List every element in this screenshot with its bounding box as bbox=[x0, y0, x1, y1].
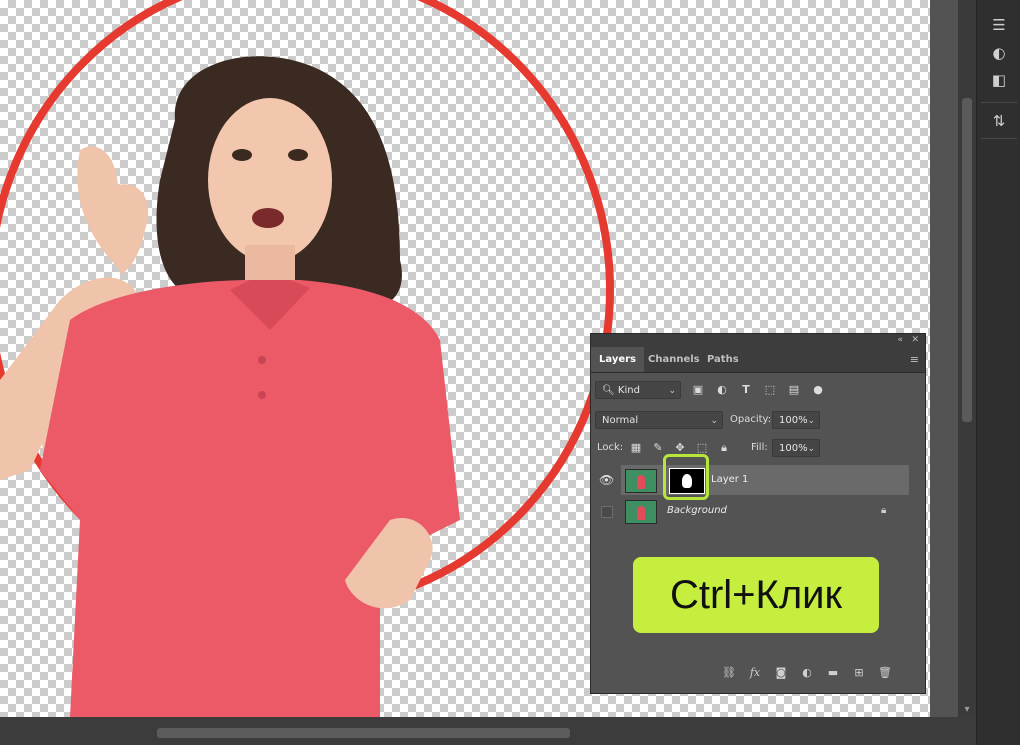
libraries-icon[interactable]: ◧ bbox=[985, 67, 1013, 93]
blend-row: Normal ⌄ Opacity: 100% ⌄ bbox=[591, 411, 925, 435]
opacity-value: 100% bbox=[779, 415, 808, 426]
blend-mode-dropdown[interactable]: Normal ⌄ bbox=[595, 411, 723, 429]
new-adjustment-layer-icon[interactable]: ◐ bbox=[797, 663, 817, 683]
opacity-input[interactable]: 100% ⌄ bbox=[772, 411, 820, 429]
lock-all-icon[interactable]: 🔒︎ bbox=[715, 439, 733, 457]
filter-smart-object-icon[interactable]: ▤ bbox=[785, 381, 803, 399]
layers-footer: ⛓ fx ◙ ◐ ▬ ⊞ 🗑︎ bbox=[591, 663, 925, 683]
fill-label: Fill: bbox=[751, 442, 768, 453]
panel-menu-icon[interactable]: ≡ bbox=[910, 353, 919, 366]
panel-tabs: Layers Channels Paths ≡ bbox=[591, 347, 925, 373]
tool-separator bbox=[981, 102, 1017, 103]
mask-highlight-outline bbox=[663, 454, 709, 500]
ctrl-click-callout: Ctrl+Клик bbox=[633, 557, 879, 633]
layers-list: 👁︎ Layer 1 Background 🔒︎ bbox=[591, 465, 925, 529]
face bbox=[208, 98, 332, 262]
horizontal-scroll-thumb[interactable] bbox=[157, 728, 570, 738]
scroll-down-icon[interactable]: ▾ bbox=[960, 704, 974, 716]
visibility-toggle-box[interactable] bbox=[601, 506, 613, 518]
layer-name: Background bbox=[667, 505, 727, 516]
blend-mode-value: Normal bbox=[602, 415, 639, 426]
fx-effects-icon[interactable]: fx bbox=[745, 663, 765, 683]
kind-filter-label: Kind bbox=[617, 385, 640, 396]
add-mask-icon[interactable]: ◙ bbox=[771, 663, 791, 683]
delete-layer-trash-icon[interactable]: 🗑︎ bbox=[875, 663, 895, 683]
layer-row-background[interactable]: Background 🔒︎ bbox=[621, 496, 909, 526]
tab-channels[interactable]: Channels bbox=[640, 347, 708, 372]
fill-input[interactable]: 100% ⌄ bbox=[772, 439, 820, 457]
filter-type-icon[interactable]: T bbox=[737, 381, 755, 399]
lock-icon: 🔒︎ bbox=[881, 505, 887, 516]
kind-filter-dropdown[interactable]: 🔍︎ Kind ⌄ bbox=[595, 381, 681, 399]
new-group-folder-icon[interactable]: ▬ bbox=[823, 663, 843, 683]
adjustments-sliders-icon[interactable]: ☰ bbox=[985, 12, 1013, 38]
filter-pixel-icon[interactable]: ▣ bbox=[689, 381, 707, 399]
link-layers-icon[interactable]: ⛓ bbox=[719, 663, 739, 683]
hand-ok bbox=[77, 146, 149, 275]
layer-thumbnail bbox=[625, 500, 657, 524]
chevron-down-icon: ⌄ bbox=[807, 444, 815, 454]
adjustment-circle-icon[interactable]: ◐ bbox=[985, 40, 1013, 66]
panel-header-bar: « ✕ bbox=[591, 334, 925, 347]
lock-label: Lock: bbox=[597, 442, 624, 453]
layer-name: Layer 1 bbox=[711, 474, 749, 485]
filter-toggle-icon[interactable]: ● bbox=[809, 381, 827, 399]
layer-thumbnail bbox=[625, 469, 657, 493]
tab-layers[interactable]: Layers bbox=[591, 347, 644, 372]
lock-transparent-pixels-icon[interactable]: ▦ bbox=[627, 439, 645, 457]
filter-adjustment-icon[interactable]: ◐ bbox=[713, 381, 731, 399]
history-icon[interactable]: ⇅ bbox=[985, 108, 1013, 134]
right-tool-strip: ☰ ◐ ◧ ⇅ bbox=[976, 0, 1020, 745]
pink-shirt bbox=[40, 280, 460, 717]
canvas-gutter bbox=[930, 0, 958, 717]
fill-value: 100% bbox=[779, 443, 808, 454]
new-layer-icon[interactable]: ⊞ bbox=[849, 663, 869, 683]
search-icon: 🔍︎ bbox=[602, 385, 615, 396]
chevron-down-icon: ⌄ bbox=[710, 416, 718, 426]
collapse-panel-icon[interactable]: « bbox=[897, 334, 903, 347]
tab-paths[interactable]: Paths bbox=[699, 347, 747, 372]
layers-panel: « ✕ Layers Channels Paths ≡ 🔍︎ Kind ⌄ ▣ … bbox=[590, 333, 926, 694]
close-panel-icon[interactable]: ✕ bbox=[911, 334, 919, 347]
opacity-label: Opacity: bbox=[730, 414, 772, 425]
filter-row: 🔍︎ Kind ⌄ ▣ ◐ T ⬚ ▤ ● bbox=[591, 381, 925, 405]
chevron-down-icon: ⌄ bbox=[668, 386, 676, 396]
lock-row: Lock: ▦ ✎ ✥ ⬚ 🔒︎ Fill: 100% ⌄ bbox=[591, 439, 925, 463]
visibility-eye-icon[interactable]: 👁︎ bbox=[599, 473, 614, 487]
tool-separator bbox=[981, 138, 1017, 139]
filter-shape-icon[interactable]: ⬚ bbox=[761, 381, 779, 399]
vertical-scroll-thumb[interactable] bbox=[962, 98, 972, 422]
chevron-down-icon: ⌄ bbox=[807, 416, 815, 426]
